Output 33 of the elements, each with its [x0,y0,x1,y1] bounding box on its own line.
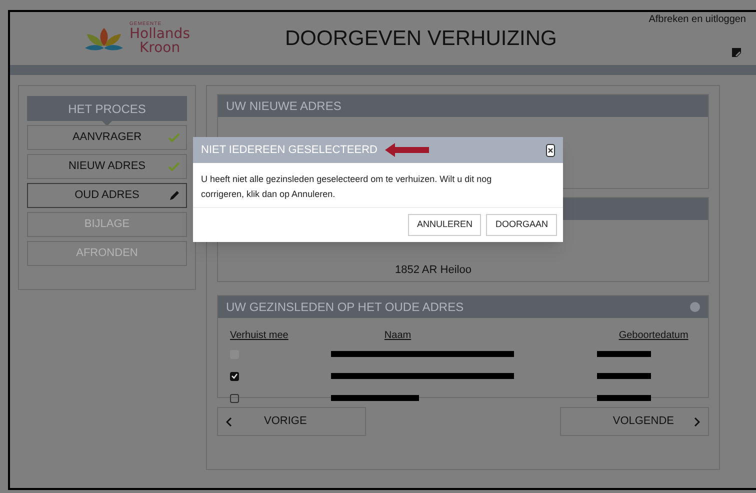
process-step[interactable]: OUD ADRES [27,183,187,208]
column-header[interactable]: Naam [384,330,412,341]
checkbox[interactable] [230,394,239,402]
checkmark-icon [168,132,180,142]
redaction-bar [597,395,651,401]
redaction-bar [597,373,651,379]
page-title: DOORGEVEN VERHUIZING [285,26,557,52]
column-header[interactable]: Geboortedatum [618,330,688,341]
dialog-title: NIET IEDEREEN GESELECTEERD [201,142,378,158]
redaction-bar [597,351,651,357]
logo-text: Kroon [139,41,182,55]
dialog-message: U heeft niet alle gezinsleden geselecteerd om te verhuizen. Wilt u dit nog corrigeren, klik dan op Annuleren. [200,173,493,201]
dialog-button[interactable]: DOORGAAN [486,214,557,236]
address-text: 1852 AR Heiloo [395,264,472,276]
process-step[interactable]: AANVRAGER [27,125,187,150]
lotus-logo-icon [83,26,126,52]
previous-button[interactable]: VORIGE [217,407,366,436]
checkmark-icon [168,162,180,172]
process-step[interactable]: NIEUW ADRES [27,154,187,179]
logout-icon[interactable] [731,47,742,58]
chevron-right-icon [694,416,700,426]
section-header: UW NIEUWE ADRES [218,95,708,117]
section-title: UW GEZINSLEDEN OP HET OUDE ADRES [226,299,464,316]
next-button[interactable]: VOLGENDE [560,407,709,436]
column-header[interactable]: Verhuist mee [230,330,288,341]
logo-text: Hollands [129,27,190,41]
close-icon[interactable] [546,144,555,156]
chevron-left-icon [226,416,232,426]
dialog-button[interactable]: ANNULEREN [408,214,482,236]
arrow-icon [385,143,430,157]
checkbox[interactable] [230,372,239,380]
logout-link[interactable]: Afbreken en uitloggen [648,12,746,27]
pencil-icon [169,190,180,201]
